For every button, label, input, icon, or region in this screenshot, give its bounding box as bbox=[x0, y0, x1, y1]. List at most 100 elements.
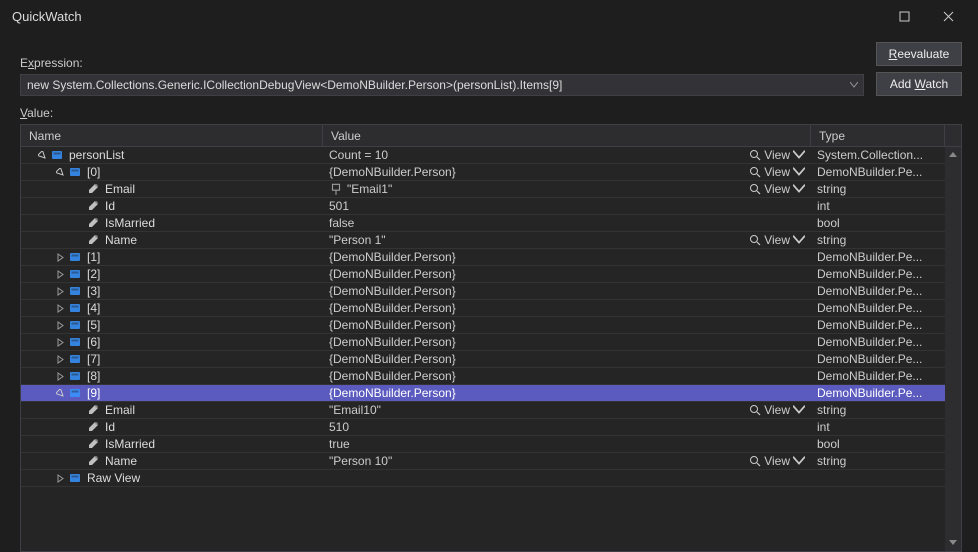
row-type: bool bbox=[811, 436, 961, 452]
table-row[interactable]: Raw View bbox=[21, 470, 961, 487]
row-value[interactable]: "Person 10" bbox=[329, 454, 749, 468]
chevron-right-icon[interactable] bbox=[53, 352, 67, 366]
row-name: personList bbox=[67, 148, 124, 162]
add-watch-button[interactable]: Add Watch bbox=[876, 72, 962, 96]
row-type: string bbox=[811, 402, 961, 418]
value-label: Value: bbox=[20, 106, 962, 120]
scroll-up-icon[interactable] bbox=[945, 147, 961, 163]
expression-input[interactable] bbox=[21, 75, 845, 95]
row-value[interactable]: {DemoNBuilder.Person} bbox=[329, 165, 749, 179]
chevron-right-icon[interactable] bbox=[53, 267, 67, 281]
row-value[interactable]: "Email10" bbox=[329, 403, 749, 417]
chevron-right-icon[interactable] bbox=[53, 318, 67, 332]
chevron-right-icon[interactable] bbox=[53, 284, 67, 298]
row-type: string bbox=[811, 181, 961, 197]
row-value[interactable]: {DemoNBuilder.Person} bbox=[329, 386, 811, 400]
expression-dropdown-icon[interactable] bbox=[845, 82, 863, 88]
row-value[interactable]: {DemoNBuilder.Person} bbox=[329, 369, 811, 383]
row-value[interactable]: {DemoNBuilder.Person} bbox=[329, 335, 811, 349]
pin-icon[interactable] bbox=[329, 182, 343, 196]
row-type: int bbox=[811, 419, 961, 435]
row-value[interactable]: {DemoNBuilder.Person} bbox=[329, 284, 811, 298]
wrench-icon bbox=[85, 215, 101, 231]
table-row[interactable]: [3]{DemoNBuilder.Person}DemoNBuilder.Pe.… bbox=[21, 283, 961, 300]
row-name: Email bbox=[103, 182, 135, 196]
row-type: bool bbox=[811, 215, 961, 231]
spacer bbox=[71, 403, 85, 417]
view-visualizer-button[interactable]: View bbox=[749, 165, 811, 179]
row-type: DemoNBuilder.Pe... bbox=[811, 368, 961, 384]
row-value[interactable]: 510 bbox=[329, 420, 811, 434]
table-row[interactable]: Email"Email10"Viewstring bbox=[21, 402, 961, 419]
grid-header: Name Value Type bbox=[21, 125, 961, 147]
maximize-button[interactable] bbox=[882, 1, 926, 31]
table-row[interactable]: Name"Person 10"Viewstring bbox=[21, 453, 961, 470]
view-visualizer-button[interactable]: View bbox=[749, 182, 811, 196]
spacer bbox=[71, 216, 85, 230]
table-row[interactable]: [8]{DemoNBuilder.Person}DemoNBuilder.Pe.… bbox=[21, 368, 961, 385]
spacer bbox=[71, 182, 85, 196]
row-name: [7] bbox=[85, 352, 100, 366]
close-button[interactable] bbox=[926, 1, 970, 31]
chevron-right-icon[interactable] bbox=[53, 471, 67, 485]
chevron-right-icon[interactable] bbox=[53, 250, 67, 264]
expression-combo[interactable] bbox=[20, 74, 864, 96]
table-row[interactable]: [9]{DemoNBuilder.Person}DemoNBuilder.Pe.… bbox=[21, 385, 961, 402]
object-icon bbox=[67, 283, 83, 299]
table-row[interactable]: IsMarried falsebool bbox=[21, 215, 961, 232]
row-value[interactable]: {DemoNBuilder.Person} bbox=[329, 250, 811, 264]
chevron-down-icon[interactable] bbox=[53, 386, 67, 400]
object-icon bbox=[67, 300, 83, 316]
chevron-right-icon[interactable] bbox=[53, 335, 67, 349]
chevron-right-icon[interactable] bbox=[53, 369, 67, 383]
view-visualizer-button[interactable]: View bbox=[749, 233, 811, 247]
object-icon bbox=[67, 470, 83, 486]
table-row[interactable]: Email "Email1"Viewstring bbox=[21, 181, 961, 198]
window-title: QuickWatch bbox=[8, 9, 882, 24]
table-row[interactable]: [6]{DemoNBuilder.Person}DemoNBuilder.Pe.… bbox=[21, 334, 961, 351]
col-type[interactable]: Type bbox=[811, 125, 945, 146]
table-row[interactable]: Id510int bbox=[21, 419, 961, 436]
table-row[interactable]: IsMarriedtruebool bbox=[21, 436, 961, 453]
spacer bbox=[71, 454, 85, 468]
object-icon bbox=[67, 317, 83, 333]
table-row[interactable]: [1]{DemoNBuilder.Person}DemoNBuilder.Pe.… bbox=[21, 249, 961, 266]
table-row[interactable]: Name"Person 1"Viewstring bbox=[21, 232, 961, 249]
row-name: Raw View bbox=[85, 471, 140, 485]
object-icon bbox=[67, 385, 83, 401]
table-row[interactable]: [0]{DemoNBuilder.Person}ViewDemoNBuilder… bbox=[21, 164, 961, 181]
scroll-down-icon[interactable] bbox=[945, 535, 961, 551]
view-visualizer-button[interactable]: View bbox=[749, 403, 811, 417]
table-row[interactable]: Id501int bbox=[21, 198, 961, 215]
chevron-down-icon[interactable] bbox=[35, 148, 49, 162]
row-name: [0] bbox=[85, 165, 100, 179]
row-value[interactable]: {DemoNBuilder.Person} bbox=[329, 318, 811, 332]
table-row[interactable]: [4]{DemoNBuilder.Person}DemoNBuilder.Pe.… bbox=[21, 300, 961, 317]
chevron-down-icon[interactable] bbox=[53, 165, 67, 179]
row-name: [1] bbox=[85, 250, 100, 264]
row-value[interactable]: {DemoNBuilder.Person} bbox=[329, 267, 811, 281]
object-icon bbox=[67, 368, 83, 384]
reevaluate-button[interactable]: Reevaluate bbox=[876, 42, 962, 66]
row-value[interactable]: false bbox=[329, 216, 811, 230]
table-row[interactable]: personListCount = 10ViewSystem.Collectio… bbox=[21, 147, 961, 164]
watch-grid: Name Value Type personListCount = 10View… bbox=[20, 124, 962, 552]
col-value[interactable]: Value bbox=[323, 125, 811, 146]
table-row[interactable]: [7]{DemoNBuilder.Person}DemoNBuilder.Pe.… bbox=[21, 351, 961, 368]
col-name[interactable]: Name bbox=[21, 125, 323, 146]
table-row[interactable]: [2]{DemoNBuilder.Person}DemoNBuilder.Pe.… bbox=[21, 266, 961, 283]
table-row[interactable]: [5]{DemoNBuilder.Person}DemoNBuilder.Pe.… bbox=[21, 317, 961, 334]
row-value[interactable]: 501 bbox=[329, 199, 811, 213]
row-value[interactable]: "Person 1" bbox=[329, 233, 749, 247]
row-value[interactable]: Count = 10 bbox=[329, 148, 749, 162]
row-value[interactable]: true bbox=[329, 437, 811, 451]
row-value[interactable]: {DemoNBuilder.Person} bbox=[329, 301, 811, 315]
view-visualizer-button[interactable]: View bbox=[749, 148, 811, 162]
object-icon bbox=[67, 334, 83, 350]
vertical-scrollbar[interactable] bbox=[945, 147, 961, 551]
row-name: IsMarried bbox=[103, 216, 155, 230]
chevron-right-icon[interactable] bbox=[53, 301, 67, 315]
view-visualizer-button[interactable]: View bbox=[749, 454, 811, 468]
row-value[interactable]: "Email1" bbox=[347, 182, 749, 196]
row-value[interactable]: {DemoNBuilder.Person} bbox=[329, 352, 811, 366]
